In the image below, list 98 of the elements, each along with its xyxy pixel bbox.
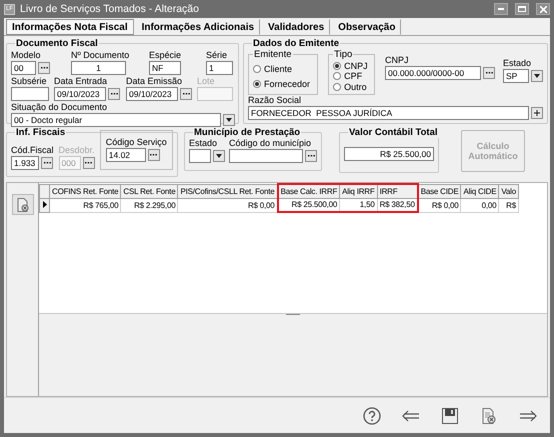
lookup-button[interactable] xyxy=(483,67,495,79)
tab[interactable]: Validadores xyxy=(262,19,330,35)
lookup-button[interactable] xyxy=(82,157,95,169)
field-label: Espécie xyxy=(149,50,182,61)
dropdown-button[interactable] xyxy=(223,114,235,126)
input-field[interactable]: 1 xyxy=(71,61,126,75)
field-label: Estado xyxy=(503,58,532,69)
field-label: Estado xyxy=(189,138,218,149)
group-title: Documento Fiscal xyxy=(15,38,99,49)
group-title: Tipo xyxy=(333,49,354,60)
field-label: Cód.Fiscal xyxy=(11,145,54,156)
document-delete-button[interactable] xyxy=(12,194,34,215)
radio-button[interactable]: Cliente xyxy=(253,62,314,75)
column-header[interactable]: CSL Ret. Fonte xyxy=(120,184,178,198)
radio-button[interactable]: CPF xyxy=(333,71,370,82)
table-cell: R$ 382,50 xyxy=(377,198,418,212)
tab[interactable]: Observação xyxy=(332,19,402,35)
maximize-icon xyxy=(518,6,526,12)
column-header[interactable]: Base Calc. IRRF xyxy=(278,184,340,198)
window-title: Livro de Serviços Tomados - Alteração xyxy=(20,3,200,15)
field-label: Razão Social xyxy=(248,95,302,106)
splitter-handle-icon[interactable] xyxy=(286,314,300,317)
row-selector[interactable] xyxy=(40,198,50,212)
table-cell: R$ 25.500,00 xyxy=(278,198,340,212)
close-button[interactable] xyxy=(536,3,550,15)
input-field[interactable]: 09/10/2023 xyxy=(54,87,106,101)
input-field[interactable]: 14.02 xyxy=(106,148,146,162)
lookup-button[interactable] xyxy=(108,88,120,100)
group-title: Valor Contábil Total xyxy=(348,127,438,138)
input-field[interactable]: R$ 25.500,00 xyxy=(344,146,434,160)
field-label: Código do município xyxy=(229,138,312,149)
field-label: Lote xyxy=(197,76,216,87)
radio-button[interactable]: Outro xyxy=(333,82,370,92)
table-cell: R$ 0,00 xyxy=(418,198,461,212)
input-field[interactable]: SP xyxy=(503,69,529,83)
table-cell: R$ 2.295,00 xyxy=(120,198,178,212)
input-field[interactable] xyxy=(229,149,303,163)
add-button[interactable] xyxy=(531,107,543,119)
field-label: Data Emissão xyxy=(126,76,184,87)
caret-icon xyxy=(534,74,540,78)
help-icon xyxy=(363,406,381,424)
arrow-left-icon xyxy=(402,410,420,422)
column-header[interactable]: Aliq IRRF xyxy=(340,184,378,198)
field-label: CNPJ xyxy=(385,55,410,66)
field-label: Desdobr. xyxy=(58,145,95,156)
caret-icon xyxy=(216,154,222,158)
group-title: Emitente xyxy=(253,49,292,60)
input-field[interactable]: 09/10/2023 xyxy=(126,87,178,101)
input-field[interactable] xyxy=(189,149,211,163)
lookup-button[interactable] xyxy=(305,150,317,162)
group-title: Inf. Fiscais xyxy=(15,127,66,138)
table-cell: 1,50 xyxy=(340,198,378,212)
lookup-button[interactable] xyxy=(38,62,50,74)
field-label: Código Serviço xyxy=(106,137,167,148)
dropdown-button[interactable] xyxy=(531,70,543,82)
group-title: Dados do Emitente xyxy=(252,38,340,49)
input-field[interactable]: 00 - Docto regular xyxy=(11,113,221,127)
field-label: Série xyxy=(206,50,228,61)
input-field[interactable]: 00 xyxy=(11,61,36,75)
input-field[interactable]: FORNECEDOR PESSOA JURÍDICA xyxy=(248,106,530,120)
input-field[interactable]: 1 xyxy=(206,61,233,75)
column-header[interactable]: COFINS Ret. Fonte xyxy=(50,184,121,198)
tab[interactable]: Informações Nota Fiscal xyxy=(6,19,134,35)
lookup-button[interactable] xyxy=(41,157,53,169)
lookup-button[interactable] xyxy=(180,88,192,100)
group-title: Município de Prestação xyxy=(193,127,302,138)
save-icon xyxy=(442,408,458,424)
column-header[interactable]: Valo xyxy=(498,184,518,198)
document-delete-icon xyxy=(16,198,28,212)
column-header[interactable]: Base CIDE xyxy=(418,184,461,198)
maximize-button[interactable] xyxy=(515,3,529,15)
field-label: Subsérie xyxy=(11,76,48,87)
input-field[interactable] xyxy=(11,87,49,101)
radio-button[interactable]: CNPJ xyxy=(333,61,370,72)
field-label: Modelo xyxy=(11,50,42,61)
column-header[interactable]: Aliq CIDE xyxy=(460,184,499,198)
radio-button[interactable]: Fornecedor xyxy=(253,78,314,90)
lookup-button[interactable] xyxy=(148,149,160,161)
column-header[interactable]: PIS/Cofins/CSLL Ret. Fonte xyxy=(178,184,278,198)
input-field[interactable]: 00.000.000/0000-00 xyxy=(385,66,481,80)
column-header[interactable]: IRRF xyxy=(377,184,418,198)
field-label: Nº Documento xyxy=(71,50,130,61)
arrow-right-icon xyxy=(519,410,537,422)
minimize-icon xyxy=(498,8,504,10)
plus-icon xyxy=(534,110,540,116)
table-cell: 0,00 xyxy=(460,198,499,212)
document-delete-icon xyxy=(482,408,496,424)
tab[interactable]: Informações Adicionais xyxy=(136,19,260,35)
input-field[interactable]: NF xyxy=(149,61,181,75)
caret-icon xyxy=(226,118,232,122)
minimize-button[interactable] xyxy=(494,3,508,15)
input-field[interactable]: 1.933 xyxy=(11,156,39,170)
field-label: Situação do Documento xyxy=(11,102,108,113)
field-label: Data Entrada xyxy=(54,76,108,87)
close-icon xyxy=(540,6,546,12)
table-cell: R$ xyxy=(498,198,518,212)
dropdown-button[interactable] xyxy=(213,150,225,162)
table-cell: R$ 765,00 xyxy=(50,198,121,212)
